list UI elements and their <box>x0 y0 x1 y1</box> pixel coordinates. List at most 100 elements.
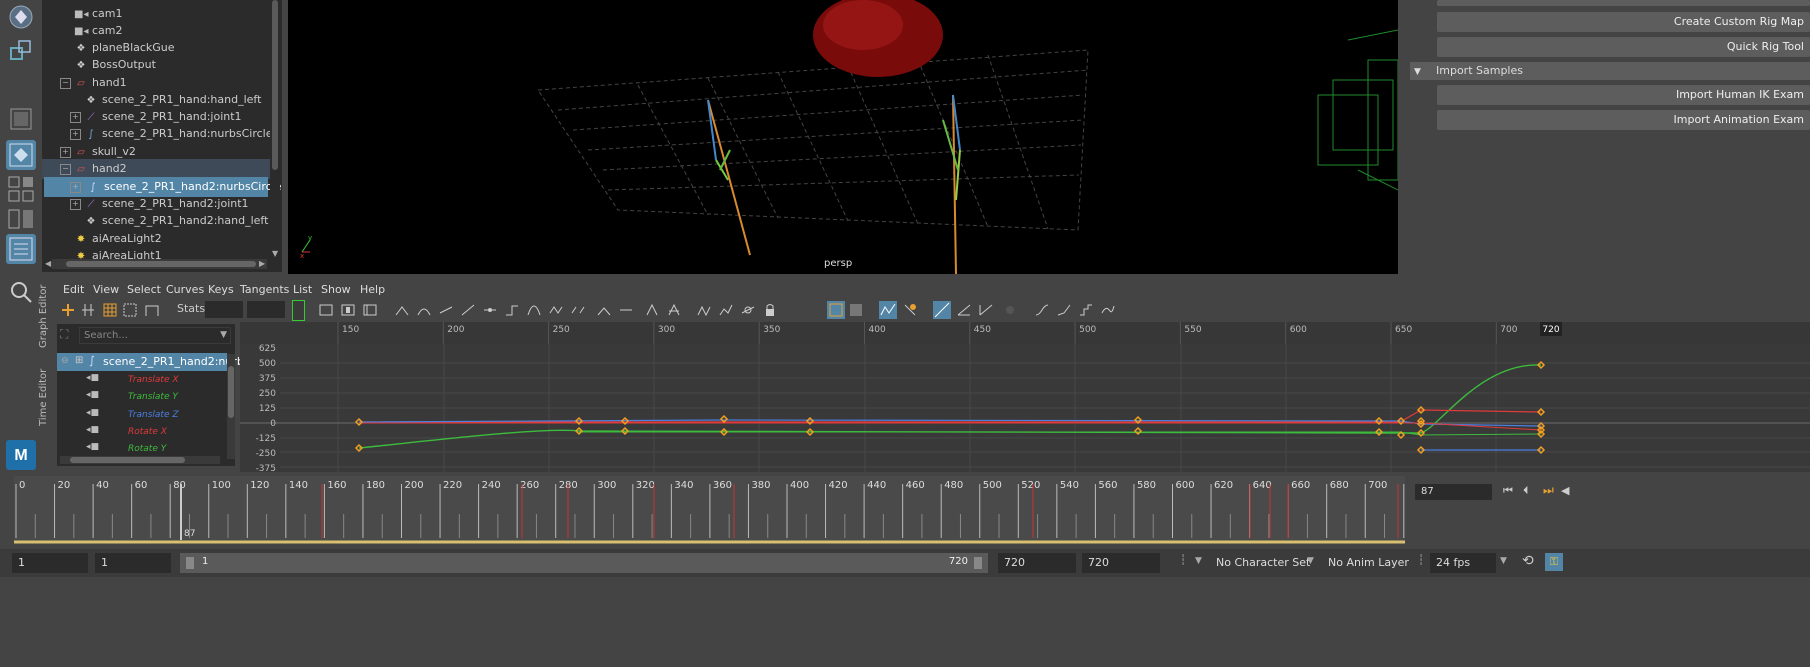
expand-icon[interactable]: ⊞ <box>75 355 83 366</box>
linear-tangent-icon[interactable] <box>461 303 475 317</box>
layout-two-icon[interactable] <box>6 204 36 234</box>
play-backwards-icon[interactable]: ◀ <box>1561 484 1569 497</box>
curve-filter-icon[interactable] <box>1101 303 1115 317</box>
menu-edit[interactable]: Edit <box>63 281 84 299</box>
clamped-tangent-icon[interactable] <box>439 303 453 317</box>
channel-list-hthumb[interactable] <box>70 457 185 463</box>
auto-key-icon[interactable]: ⚿ <box>1545 553 1563 571</box>
insert-key-icon[interactable] <box>81 303 95 317</box>
stats-field-value[interactable] <box>247 301 285 318</box>
move-key-icon[interactable] <box>61 303 75 317</box>
unify-tangents-icon[interactable] <box>619 303 633 317</box>
menu-select[interactable]: Select <box>127 281 161 299</box>
playback-end-field[interactable]: 720 <box>998 553 1076 573</box>
lattice-icon[interactable] <box>103 303 117 317</box>
filter-icon[interactable]: ⛶ <box>60 327 74 344</box>
denormalize-icon[interactable] <box>849 303 863 317</box>
pin-channel-icon[interactable] <box>903 303 917 317</box>
break-tangents-icon[interactable] <box>597 303 611 317</box>
layout-single-icon[interactable] <box>6 104 36 134</box>
menu-keys[interactable]: Keys <box>208 281 234 299</box>
key-tick-icon[interactable] <box>957 303 971 317</box>
search-options-icon[interactable]: ▼ <box>220 330 227 340</box>
tab-graph-editor[interactable]: Graph Editor <box>38 285 49 348</box>
channel-translate-z[interactable]: Translate Z <box>128 410 179 420</box>
create-custom-rig-map-button[interactable]: Create Custom Rig Map <box>1437 12 1810 32</box>
layout-outliner-graph-icon[interactable] <box>6 234 36 264</box>
animation-start-field[interactable]: 1 <box>12 553 88 573</box>
lock-icon[interactable] <box>763 303 777 317</box>
buffer-toggle-icon[interactable] <box>292 300 305 321</box>
layout-four-icon[interactable] <box>6 174 36 204</box>
stats-field-time[interactable] <box>205 301 243 318</box>
stacked-curves-icon[interactable] <box>879 301 897 319</box>
normalize-curves-icon[interactable] <box>827 301 845 319</box>
viewport-persp[interactable]: y x <box>288 0 1398 274</box>
menu-tangents[interactable]: Tangents <box>240 281 289 299</box>
plateau-tangent-icon[interactable] <box>527 303 541 317</box>
auto-tangent-icon[interactable] <box>395 303 409 317</box>
node-visibility-icon[interactable]: ⊖ <box>61 356 69 366</box>
cycle-icon[interactable] <box>741 303 755 317</box>
buffer-curve-snapshot-icon[interactable] <box>549 303 563 317</box>
stepped-curve-icon[interactable] <box>1079 303 1093 317</box>
search-icon[interactable] <box>6 277 36 307</box>
collapse-icon[interactable]: − <box>60 164 71 175</box>
range-slider-right-handle[interactable] <box>974 557 982 569</box>
outliner-item[interactable]: − ▱ hand2 <box>42 159 272 179</box>
playback-start-field[interactable]: 1 <box>95 553 171 573</box>
swap-buffer-icon[interactable] <box>571 303 585 317</box>
fps-dropdown-icon[interactable]: ▼ <box>1500 556 1507 566</box>
menu-help[interactable]: Help <box>360 281 385 299</box>
scale-tool-icon[interactable] <box>6 36 36 66</box>
ghost-icon[interactable] <box>1003 303 1017 317</box>
region-icon[interactable] <box>123 303 137 317</box>
import-human-ik-button[interactable]: Import Human IK Exam <box>1437 85 1810 105</box>
pre-infinity-icon[interactable] <box>697 303 711 317</box>
curve-display-icon[interactable] <box>979 303 993 317</box>
time-slider[interactable]: 0204060801001201401601802002202402602803… <box>0 476 1420 546</box>
menu-list[interactable]: List <box>293 281 312 299</box>
expand-icon[interactable]: + <box>60 147 71 158</box>
frame-all-icon[interactable] <box>319 303 333 317</box>
linear-curve-icon[interactable] <box>1057 303 1071 317</box>
character-set-select[interactable]: No Character Set <box>1210 553 1312 573</box>
animation-end-field[interactable]: 720 <box>1082 553 1160 573</box>
graph-editor-node-row[interactable]: ⊖ ⊞ ∫ scene_2_PR1_hand2:nurbsC <box>57 353 257 371</box>
menu-curves[interactable]: Curves <box>166 281 204 299</box>
scroll-right-icon[interactable]: ▶ <box>259 259 265 268</box>
outliner-item[interactable]: + ∫ scene_2_PR1_hand:nurbsCircle1 <box>42 124 280 144</box>
anim-layer-select[interactable]: No Anim Layer <box>1322 553 1410 573</box>
channel-translate-y[interactable]: Translate Y <box>128 392 178 402</box>
channel-rotate-x[interactable]: Rotate X <box>128 427 167 437</box>
playhead[interactable] <box>180 484 182 540</box>
import-samples-section-header[interactable]: ▼ Import Samples <box>1410 62 1810 80</box>
expand-icon[interactable]: + <box>70 112 81 123</box>
channel-translate-x[interactable]: Translate X <box>128 375 179 385</box>
expand-icon[interactable]: + <box>70 199 81 210</box>
post-infinity-icon[interactable] <box>719 303 733 317</box>
range-slider-left-handle[interactable] <box>186 557 194 569</box>
outliner-hscroll-thumb[interactable] <box>66 261 256 267</box>
retime-icon[interactable] <box>145 303 159 317</box>
fps-select[interactable]: 24 fps <box>1430 553 1496 573</box>
frame-selection-icon[interactable] <box>341 303 355 317</box>
flat-tangent-icon[interactable] <box>483 303 497 317</box>
current-frame-field[interactable]: 87 <box>1415 484 1492 500</box>
rig-panel-button-top[interactable] <box>1437 0 1810 6</box>
lock-tangent-weight-icon[interactable] <box>667 303 681 317</box>
keyframe-diamond[interactable] <box>719 414 729 424</box>
outliner-item[interactable]: ❖ BossOutput <box>42 55 272 75</box>
go-to-start-icon[interactable]: ⏮ <box>1503 484 1513 498</box>
step-tangent-icon[interactable] <box>505 303 519 317</box>
channel-rotate-y[interactable]: Rotate Y <box>128 444 166 454</box>
tangent-view-icon[interactable] <box>933 301 951 319</box>
menu-view[interactable]: View <box>93 281 119 299</box>
layout-persp-icon[interactable] <box>6 140 36 170</box>
free-tangent-weight-icon[interactable] <box>645 303 659 317</box>
step-back-frame-icon[interactable]: ⏭ <box>1543 483 1554 498</box>
step-back-key-icon[interactable]: ⏴ <box>1523 484 1529 498</box>
graph-editor-curve-area[interactable]: 625 500 375 250 125 0 -125 -250 -375 <box>240 322 1810 472</box>
collapse-icon[interactable]: − <box>60 78 71 89</box>
select-tool-icon[interactable] <box>6 2 36 32</box>
